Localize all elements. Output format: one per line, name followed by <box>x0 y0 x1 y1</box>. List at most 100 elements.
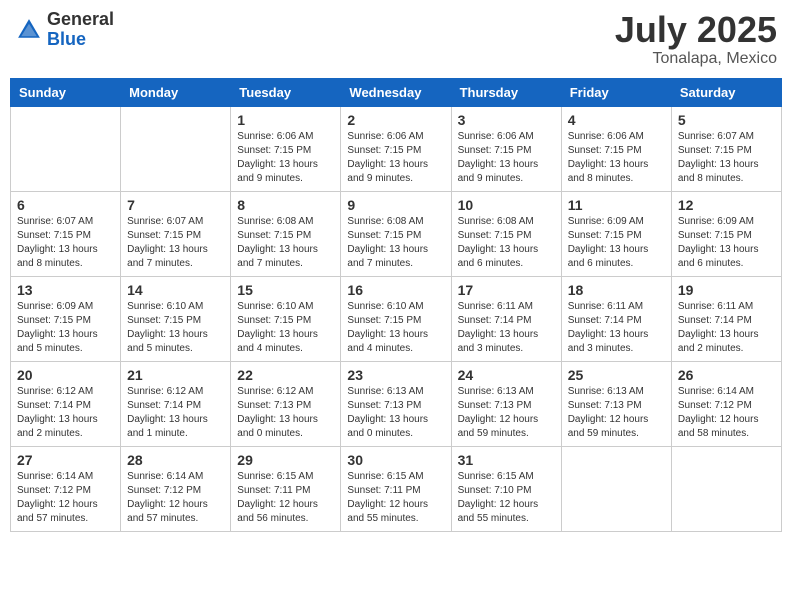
calendar-cell: 2 Sunrise: 6:06 AM Sunset: 7:15 PM Daylig… <box>341 106 451 191</box>
day-number: 6 <box>17 197 114 213</box>
day-number: 17 <box>458 282 555 298</box>
day-info: Sunrise: 6:06 AM Sunset: 7:15 PM Dayligh… <box>347 130 444 186</box>
day-number: 10 <box>458 197 555 213</box>
title-block: July 2025 Tonalapa, Mexico <box>615 10 777 68</box>
calendar-body: 1 Sunrise: 6:06 AM Sunset: 7:15 PM Daylig… <box>11 106 782 531</box>
calendar-header-cell: Friday <box>561 78 671 106</box>
calendar-cell: 25 Sunrise: 6:13 AM Sunset: 7:13 PM Dayli… <box>561 361 671 446</box>
calendar-week-row: 27Sunrise: 6:14 AM Sunset: 7:12 PM Dayli… <box>11 446 782 531</box>
day-info: Sunrise: 6:13 AM Sunset: 7:13 PM Dayligh… <box>458 385 555 441</box>
calendar-cell: 26 Sunrise: 6:14 AM Sunset: 7:12 PM Dayli… <box>671 361 781 446</box>
calendar-cell: 3 Sunrise: 6:06 AM Sunset: 7:15 PM Daylig… <box>451 106 561 191</box>
day-info: Sunrise: 6:07 AM Sunset: 7:15 PM Dayligh… <box>17 215 114 271</box>
day-info: Sunrise: 6:15 AM Sunset: 7:10 PM Dayligh… <box>458 470 555 526</box>
day-info: Sunrise: 6:06 AM Sunset: 7:15 PM Dayligh… <box>458 130 555 186</box>
day-number: 30 <box>347 452 444 468</box>
calendar-cell <box>121 106 231 191</box>
calendar-cell: 20 Sunrise: 6:12 AM Sunset: 7:14 PM Dayli… <box>11 361 121 446</box>
day-info: Sunrise: 6:10 AM Sunset: 7:15 PM Dayligh… <box>127 300 224 356</box>
day-info: Sunrise: 6:07 AM Sunset: 7:15 PM Dayligh… <box>678 130 775 186</box>
calendar-cell: 30 Sunrise: 6:15 AM Sunset: 7:11 PM Dayli… <box>341 446 451 531</box>
day-info: Sunrise: 6:15 AM Sunset: 7:11 PM Dayligh… <box>347 470 444 526</box>
day-number: 31 <box>458 452 555 468</box>
calendar-cell: 31 Sunrise: 6:15 AM Sunset: 7:10 PM Dayli… <box>451 446 561 531</box>
day-number: 2 <box>347 112 444 128</box>
day-info: Sunrise: 6:08 AM Sunset: 7:15 PM Dayligh… <box>458 215 555 271</box>
logo-text: General Blue <box>47 10 114 50</box>
day-number: 16 <box>347 282 444 298</box>
calendar-header-cell: Tuesday <box>231 78 341 106</box>
calendar-cell: 21 Sunrise: 6:12 AM Sunset: 7:14 PM Dayli… <box>121 361 231 446</box>
day-info: Sunrise: 6:14 AM Sunset: 7:12 PM Dayligh… <box>17 470 114 526</box>
calendar-header-cell: Monday <box>121 78 231 106</box>
day-number: 1 <box>237 112 334 128</box>
calendar-cell: 17 Sunrise: 6:11 AM Sunset: 7:14 PM Dayli… <box>451 276 561 361</box>
calendar-cell: 13Sunrise: 6:09 AM Sunset: 7:15 PM Dayli… <box>11 276 121 361</box>
day-info: Sunrise: 6:07 AM Sunset: 7:15 PM Dayligh… <box>127 215 224 271</box>
logo: General Blue <box>15 10 114 50</box>
day-number: 21 <box>127 367 224 383</box>
calendar-week-row: 6 Sunrise: 6:07 AM Sunset: 7:15 PM Daylig… <box>11 191 782 276</box>
calendar-header-cell: Sunday <box>11 78 121 106</box>
day-number: 25 <box>568 367 665 383</box>
calendar-week-row: 1 Sunrise: 6:06 AM Sunset: 7:15 PM Daylig… <box>11 106 782 191</box>
day-info: Sunrise: 6:12 AM Sunset: 7:14 PM Dayligh… <box>127 385 224 441</box>
calendar-cell <box>11 106 121 191</box>
day-number: 26 <box>678 367 775 383</box>
day-number: 8 <box>237 197 334 213</box>
day-info: Sunrise: 6:06 AM Sunset: 7:15 PM Dayligh… <box>568 130 665 186</box>
page-header: General Blue July 2025 Tonalapa, Mexico <box>10 10 782 68</box>
day-info: Sunrise: 6:14 AM Sunset: 7:12 PM Dayligh… <box>678 385 775 441</box>
day-number: 14 <box>127 282 224 298</box>
calendar-header-cell: Saturday <box>671 78 781 106</box>
calendar-cell: 9 Sunrise: 6:08 AM Sunset: 7:15 PM Daylig… <box>341 191 451 276</box>
calendar-header-row: SundayMondayTuesdayWednesdayThursdayFrid… <box>11 78 782 106</box>
day-info: Sunrise: 6:08 AM Sunset: 7:15 PM Dayligh… <box>347 215 444 271</box>
logo-icon <box>15 16 43 44</box>
day-number: 5 <box>678 112 775 128</box>
calendar-cell: 14 Sunrise: 6:10 AM Sunset: 7:15 PM Dayli… <box>121 276 231 361</box>
day-info: Sunrise: 6:06 AM Sunset: 7:15 PM Dayligh… <box>237 130 334 186</box>
day-number: 7 <box>127 197 224 213</box>
calendar-cell: 12 Sunrise: 6:09 AM Sunset: 7:15 PM Dayli… <box>671 191 781 276</box>
calendar-cell: 15 Sunrise: 6:10 AM Sunset: 7:15 PM Dayli… <box>231 276 341 361</box>
day-info: Sunrise: 6:10 AM Sunset: 7:15 PM Dayligh… <box>237 300 334 356</box>
calendar-table: SundayMondayTuesdayWednesdayThursdayFrid… <box>10 78 782 532</box>
day-info: Sunrise: 6:09 AM Sunset: 7:15 PM Dayligh… <box>678 215 775 271</box>
calendar-week-row: 13Sunrise: 6:09 AM Sunset: 7:15 PM Dayli… <box>11 276 782 361</box>
day-info: Sunrise: 6:12 AM Sunset: 7:14 PM Dayligh… <box>17 385 114 441</box>
day-number: 12 <box>678 197 775 213</box>
calendar-cell: 6 Sunrise: 6:07 AM Sunset: 7:15 PM Daylig… <box>11 191 121 276</box>
day-number: 3 <box>458 112 555 128</box>
calendar-cell <box>561 446 671 531</box>
day-info: Sunrise: 6:11 AM Sunset: 7:14 PM Dayligh… <box>678 300 775 356</box>
location: Tonalapa, Mexico <box>615 50 777 68</box>
calendar-cell: 1 Sunrise: 6:06 AM Sunset: 7:15 PM Daylig… <box>231 106 341 191</box>
calendar-cell: 19Sunrise: 6:11 AM Sunset: 7:14 PM Dayli… <box>671 276 781 361</box>
day-info: Sunrise: 6:12 AM Sunset: 7:13 PM Dayligh… <box>237 385 334 441</box>
day-number: 11 <box>568 197 665 213</box>
day-number: 20 <box>17 367 114 383</box>
day-info: Sunrise: 6:11 AM Sunset: 7:14 PM Dayligh… <box>458 300 555 356</box>
calendar-week-row: 20 Sunrise: 6:12 AM Sunset: 7:14 PM Dayli… <box>11 361 782 446</box>
day-number: 15 <box>237 282 334 298</box>
calendar-cell: 23 Sunrise: 6:13 AM Sunset: 7:13 PM Dayli… <box>341 361 451 446</box>
day-number: 4 <box>568 112 665 128</box>
day-info: Sunrise: 6:08 AM Sunset: 7:15 PM Dayligh… <box>237 215 334 271</box>
calendar-cell: 10 Sunrise: 6:08 AM Sunset: 7:15 PM Dayli… <box>451 191 561 276</box>
calendar-cell: 22 Sunrise: 6:12 AM Sunset: 7:13 PM Dayli… <box>231 361 341 446</box>
day-info: Sunrise: 6:09 AM Sunset: 7:15 PM Dayligh… <box>568 215 665 271</box>
calendar-cell <box>671 446 781 531</box>
day-info: Sunrise: 6:13 AM Sunset: 7:13 PM Dayligh… <box>347 385 444 441</box>
day-number: 22 <box>237 367 334 383</box>
day-info: Sunrise: 6:15 AM Sunset: 7:11 PM Dayligh… <box>237 470 334 526</box>
day-info: Sunrise: 6:13 AM Sunset: 7:13 PM Dayligh… <box>568 385 665 441</box>
day-number: 24 <box>458 367 555 383</box>
day-info: Sunrise: 6:11 AM Sunset: 7:14 PM Dayligh… <box>568 300 665 356</box>
month-title: July 2025 <box>615 10 777 50</box>
day-number: 18 <box>568 282 665 298</box>
calendar-cell: 16Sunrise: 6:10 AM Sunset: 7:15 PM Dayli… <box>341 276 451 361</box>
calendar-cell: 5 Sunrise: 6:07 AM Sunset: 7:15 PM Daylig… <box>671 106 781 191</box>
day-number: 23 <box>347 367 444 383</box>
day-number: 9 <box>347 197 444 213</box>
